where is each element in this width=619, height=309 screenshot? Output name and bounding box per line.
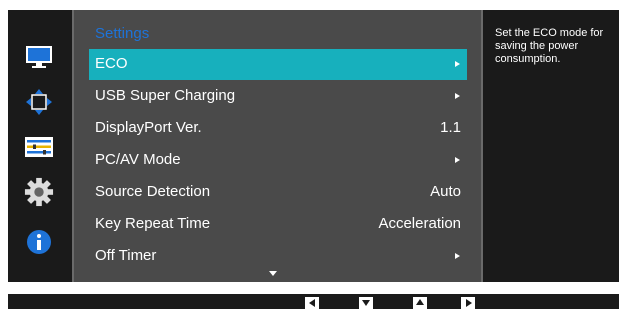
menu-item-label: Key Repeat Time xyxy=(95,215,211,232)
system-gear-icon[interactable] xyxy=(24,177,54,207)
menu-item-off-timer[interactable]: Off Timer xyxy=(89,241,467,272)
menu-item-pc-av-mode[interactable]: PC/AV Mode xyxy=(89,145,467,176)
menu-item-label: ECO xyxy=(95,55,128,72)
setup-reset-icon[interactable] xyxy=(24,132,54,162)
submenu-arrow-icon xyxy=(455,93,460,99)
menu-item-value: Auto xyxy=(430,183,461,200)
menu-item-label: PC/AV Mode xyxy=(95,151,181,168)
menu-item-value: 1.1 xyxy=(440,119,461,136)
menu-item-label: Source Detection xyxy=(95,183,211,200)
submenu-arrow-icon xyxy=(455,253,460,259)
menu-item-label: Off Timer xyxy=(95,247,157,264)
up-key-icon[interactable] xyxy=(413,297,427,309)
menu-item-label: USB Super Charging xyxy=(95,87,236,104)
left-key-icon[interactable] xyxy=(305,297,319,309)
settings-menu-panel: Settings ECO USB Super Charging DisplayP… xyxy=(72,10,483,282)
help-text: Set the ECO mode for saving the power co… xyxy=(495,27,604,65)
picture-icon[interactable] xyxy=(24,42,54,72)
information-icon[interactable] xyxy=(24,227,54,257)
submenu-arrow-icon xyxy=(455,61,460,67)
onscreen-display-icon[interactable] xyxy=(24,87,54,117)
submenu-arrow-icon xyxy=(455,157,460,163)
menu-item-label: DisplayPort Ver. xyxy=(95,119,202,136)
category-sidebar xyxy=(8,10,72,282)
menu-item-eco[interactable]: ECO xyxy=(89,49,467,80)
menu-item-displayport-ver[interactable]: DisplayPort Ver. 1.1 xyxy=(89,113,467,144)
down-key-icon[interactable] xyxy=(359,297,373,309)
help-panel: Set the ECO mode for saving the power co… xyxy=(483,10,619,282)
navigation-key-bar xyxy=(8,294,619,309)
scroll-down-icon[interactable] xyxy=(269,271,277,276)
menu-title: Settings xyxy=(95,25,150,42)
menu-item-value: Acceleration xyxy=(378,215,461,232)
menu-item-usb-super-charging[interactable]: USB Super Charging xyxy=(89,81,467,112)
osd-menu: Settings ECO USB Super Charging DisplayP… xyxy=(8,10,619,282)
right-key-icon[interactable] xyxy=(461,297,475,309)
menu-item-source-detection[interactable]: Source Detection Auto xyxy=(89,177,467,208)
menu-item-key-repeat-time[interactable]: Key Repeat Time Acceleration xyxy=(89,209,467,240)
